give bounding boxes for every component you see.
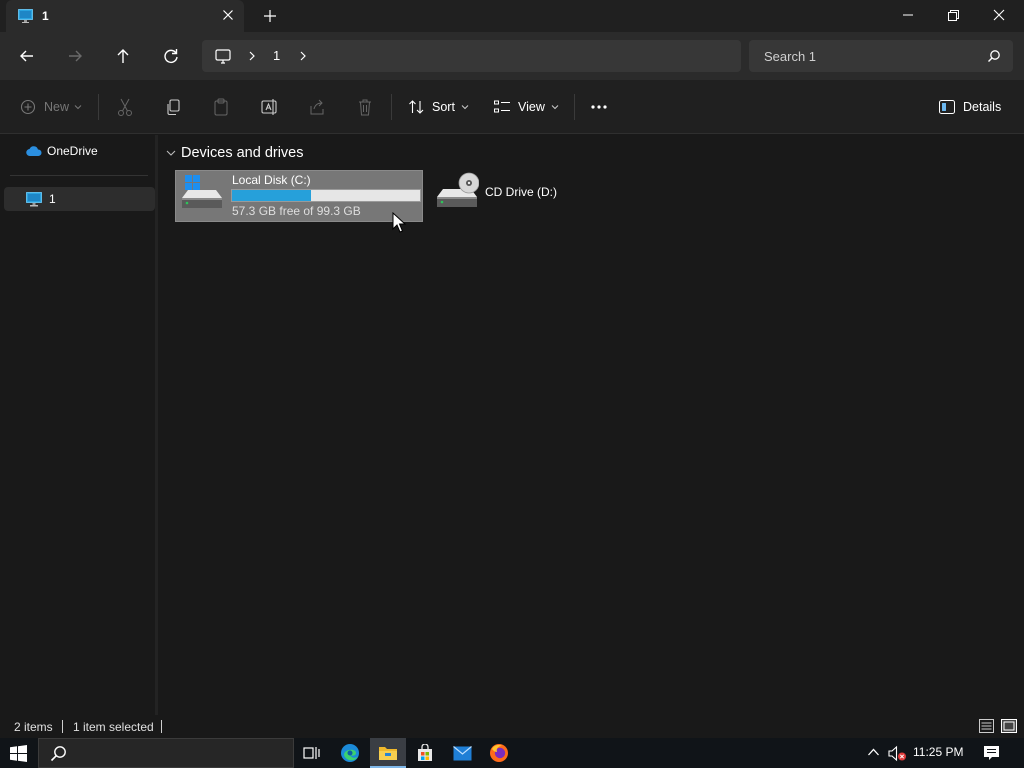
- divider: [574, 94, 575, 120]
- share-icon[interactable]: [308, 96, 326, 118]
- divider: [391, 94, 392, 120]
- cd-drive-icon: [437, 172, 479, 207]
- file-explorer-icon: [379, 746, 397, 760]
- large-icons-view-icon[interactable]: [1001, 719, 1017, 733]
- usage-fill: [232, 190, 311, 201]
- tab-1[interactable]: 1: [6, 0, 244, 32]
- refresh-icon[interactable]: [160, 45, 182, 67]
- address-bar[interactable]: 1: [202, 40, 741, 72]
- close-window-icon[interactable]: [989, 6, 1009, 24]
- edge-button[interactable]: [332, 738, 368, 768]
- computer-icon: [26, 191, 42, 206]
- search-icon: [50, 746, 66, 762]
- computer-icon: [215, 49, 231, 64]
- details-view-icon[interactable]: [979, 719, 994, 733]
- hard-drive-icon: [182, 175, 222, 208]
- divider: [161, 720, 162, 733]
- firefox-button[interactable]: [481, 738, 517, 768]
- computer-icon: [18, 9, 33, 23]
- drive-free-space: 57.3 GB free of 99.3 GB: [232, 204, 361, 218]
- drive-name: Local Disk (C:): [232, 173, 311, 187]
- command-bar: New Sort View Details: [0, 80, 1024, 134]
- file-explorer-button[interactable]: [370, 738, 406, 768]
- content-area: Devices and drives Local Disk (C:) 57.3 …: [161, 135, 1024, 715]
- close-tab-icon[interactable]: [220, 7, 236, 23]
- chevron-up-icon[interactable]: [867, 747, 880, 757]
- store-button[interactable]: [407, 738, 443, 768]
- sidebar-item-onedrive[interactable]: OneDrive: [4, 139, 155, 163]
- sort-label: Sort: [432, 100, 455, 114]
- notifications-icon[interactable]: [983, 745, 1000, 761]
- item-count: 2 items: [14, 720, 53, 734]
- more-options-icon[interactable]: [590, 96, 608, 118]
- mouse-cursor-icon: [392, 212, 406, 233]
- chevron-down-icon: [166, 150, 176, 156]
- chevron-down-icon: [461, 105, 469, 110]
- sort-icon: [409, 100, 424, 114]
- chevron-down-icon: [74, 105, 82, 110]
- drive-item-c[interactable]: Local Disk (C:) 57.3 GB free of 99.3 GB: [175, 170, 423, 222]
- back-icon[interactable]: [16, 45, 38, 67]
- cloud-icon: [26, 146, 42, 157]
- restore-icon[interactable]: [943, 6, 963, 24]
- minimize-icon[interactable]: [898, 6, 918, 24]
- group-header[interactable]: Devices and drives: [166, 145, 304, 161]
- cut-icon[interactable]: [116, 96, 134, 118]
- status-bar: 2 items 1 item selected: [0, 715, 1024, 738]
- forward-icon[interactable]: [64, 45, 86, 67]
- sidebar-item-label: OneDrive: [47, 144, 98, 158]
- taskbar-search-box[interactable]: [38, 738, 294, 768]
- group-title: Devices and drives: [181, 145, 304, 161]
- details-button[interactable]: Details: [939, 96, 1001, 118]
- divider: [62, 720, 63, 733]
- navigation-pane: OneDrive 1: [0, 135, 158, 715]
- paste-icon[interactable]: [212, 96, 230, 118]
- copy-icon[interactable]: [164, 96, 182, 118]
- tab-title: 1: [42, 9, 49, 23]
- sidebar-item-this-pc[interactable]: 1: [4, 187, 155, 211]
- mail-button[interactable]: [444, 738, 480, 768]
- drive-name: CD Drive (D:): [485, 185, 557, 199]
- mail-icon: [452, 745, 472, 760]
- edge-icon: [341, 744, 359, 762]
- divider: [98, 94, 99, 120]
- task-view-icon: [303, 747, 320, 759]
- chevron-down-icon: [551, 105, 559, 110]
- navigation-bar: 1 Search 1: [0, 32, 1024, 80]
- new-button[interactable]: New: [20, 96, 82, 118]
- firefox-icon: [490, 744, 508, 762]
- divider: [10, 175, 148, 176]
- search-box[interactable]: Search 1: [749, 40, 1013, 72]
- search-placeholder: Search 1: [764, 49, 817, 64]
- sort-button[interactable]: Sort: [408, 96, 469, 118]
- new-label: New: [44, 100, 70, 114]
- new-icon: [20, 99, 36, 115]
- rename-icon[interactable]: [260, 96, 278, 118]
- title-bar: 1: [0, 0, 1024, 32]
- chevron-right-icon[interactable]: [298, 50, 308, 62]
- view-label: View: [518, 100, 545, 114]
- taskbar: 11:25 PM: [0, 738, 1024, 768]
- plus-icon[interactable]: [262, 8, 278, 24]
- sidebar-item-label: 1: [49, 192, 56, 206]
- task-view-button[interactable]: [294, 738, 330, 768]
- store-icon: [418, 744, 432, 761]
- up-icon[interactable]: [112, 45, 134, 67]
- delete-icon[interactable]: [356, 96, 374, 118]
- view-button[interactable]: View: [494, 96, 559, 118]
- selection-count: 1 item selected: [73, 720, 154, 734]
- search-icon[interactable]: [987, 49, 1001, 63]
- usage-bar: [231, 189, 421, 202]
- windows-start-icon[interactable]: [10, 745, 27, 762]
- view-icon: [494, 100, 510, 113]
- breadcrumb-item[interactable]: 1: [273, 48, 280, 63]
- details-pane-icon: [939, 100, 955, 114]
- chevron-right-icon[interactable]: [247, 50, 257, 62]
- taskbar-clock[interactable]: 11:25 PM: [913, 745, 963, 759]
- volume-muted-icon[interactable]: [888, 745, 907, 762]
- drive-item-d[interactable]: CD Drive (D:): [431, 170, 561, 222]
- details-label: Details: [963, 100, 1002, 114]
